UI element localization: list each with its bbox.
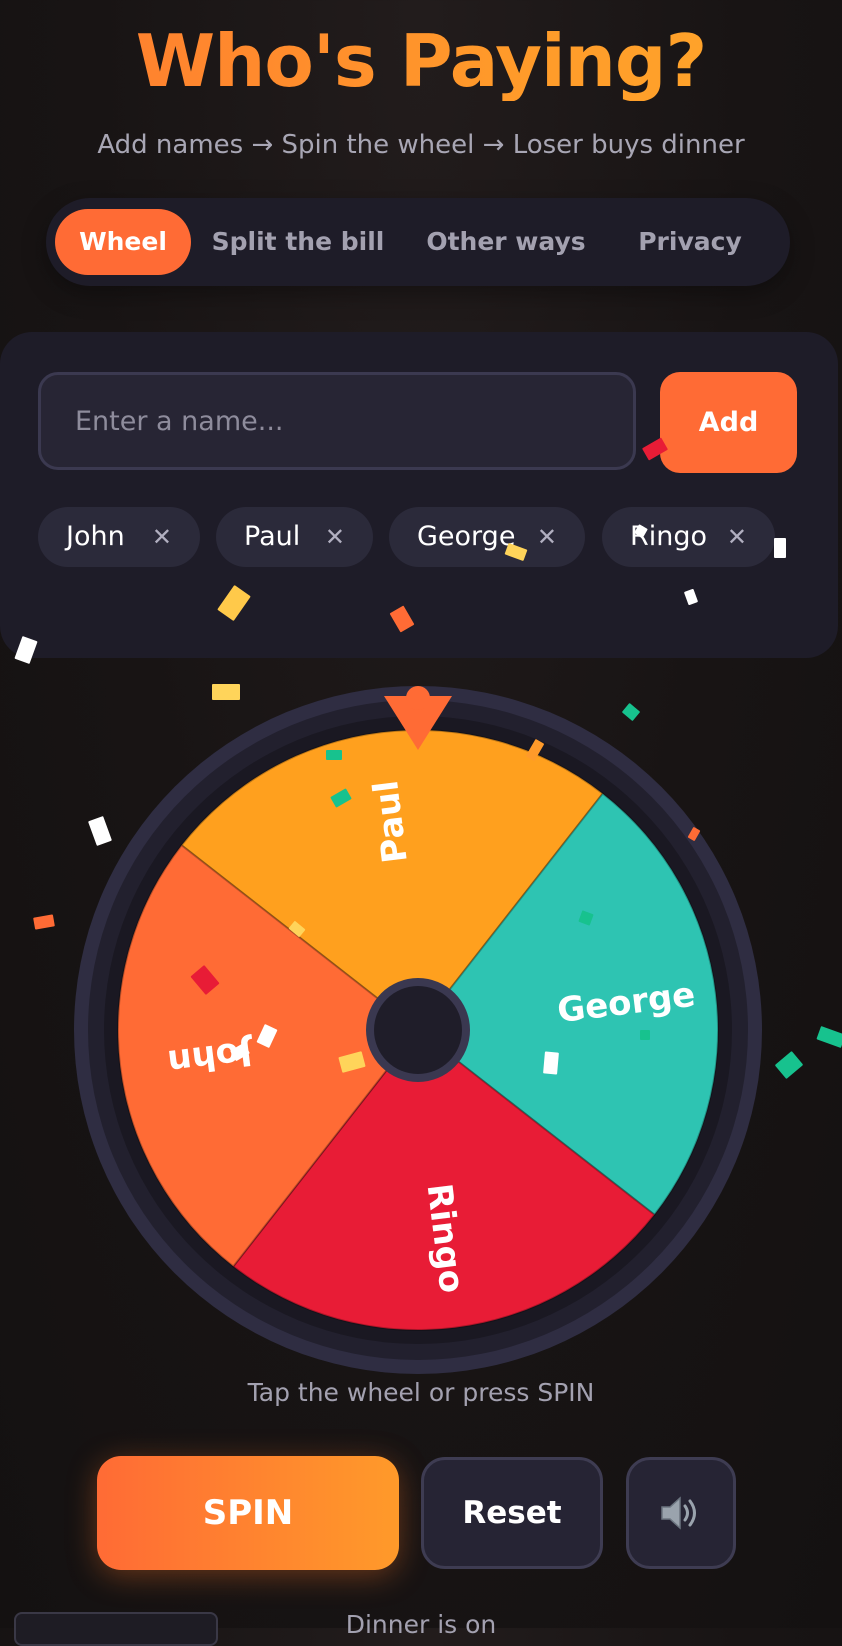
confetti-piece [33, 914, 55, 930]
remove-name-icon[interactable]: ✕ [325, 507, 345, 567]
remove-name-icon[interactable]: ✕ [727, 507, 747, 567]
bottom-corner-panel [14, 1612, 218, 1646]
wheel-pointer-knob [406, 686, 430, 710]
confetti-piece [816, 1025, 842, 1049]
name-chip-george: George ✕ [389, 507, 585, 567]
confetti-piece [212, 684, 240, 700]
tab-wheel[interactable]: Wheel [55, 209, 191, 275]
wheel-hint: Tap the wheel or press SPIN [247, 1378, 595, 1407]
tab-split-the-bill[interactable]: Split the bill [204, 209, 392, 275]
speaker-icon [661, 1496, 696, 1530]
remove-name-icon[interactable]: ✕ [152, 507, 172, 567]
name-input[interactable] [38, 372, 636, 470]
wheel-hub [374, 986, 462, 1074]
name-chip-paul: Paul ✕ [216, 507, 373, 567]
reset-button[interactable]: Reset [421, 1457, 603, 1569]
spin-wheel[interactable]: PaulGeorgeRingoJohn [72, 684, 764, 1376]
page-subtitle: Add names → Spin the wheel → Loser buys … [97, 130, 745, 160]
name-chip-label: George [417, 521, 516, 552]
tab-privacy[interactable]: Privacy [616, 209, 764, 275]
add-button[interactable]: Add [660, 372, 797, 473]
remove-name-icon[interactable]: ✕ [537, 507, 557, 567]
sound-toggle-button[interactable] [626, 1457, 736, 1569]
confetti-piece [543, 1051, 559, 1075]
page-title: Who's Paying? [0, 21, 842, 101]
tab-other-ways[interactable]: Other ways [416, 209, 596, 275]
confetti-piece [774, 538, 786, 558]
confetti-piece [326, 750, 342, 760]
confetti-piece [640, 1030, 650, 1040]
name-chip-john: John ✕ [38, 507, 200, 567]
name-chip-ringo: Ringo ✕ [602, 507, 775, 567]
tab-bar: Wheel Split the bill Other ways Privacy [46, 198, 790, 286]
name-chip-label: John [66, 521, 125, 552]
spin-button[interactable]: SPIN [97, 1456, 399, 1570]
confetti-piece [774, 1051, 804, 1079]
name-chip-label: Paul [244, 521, 301, 552]
